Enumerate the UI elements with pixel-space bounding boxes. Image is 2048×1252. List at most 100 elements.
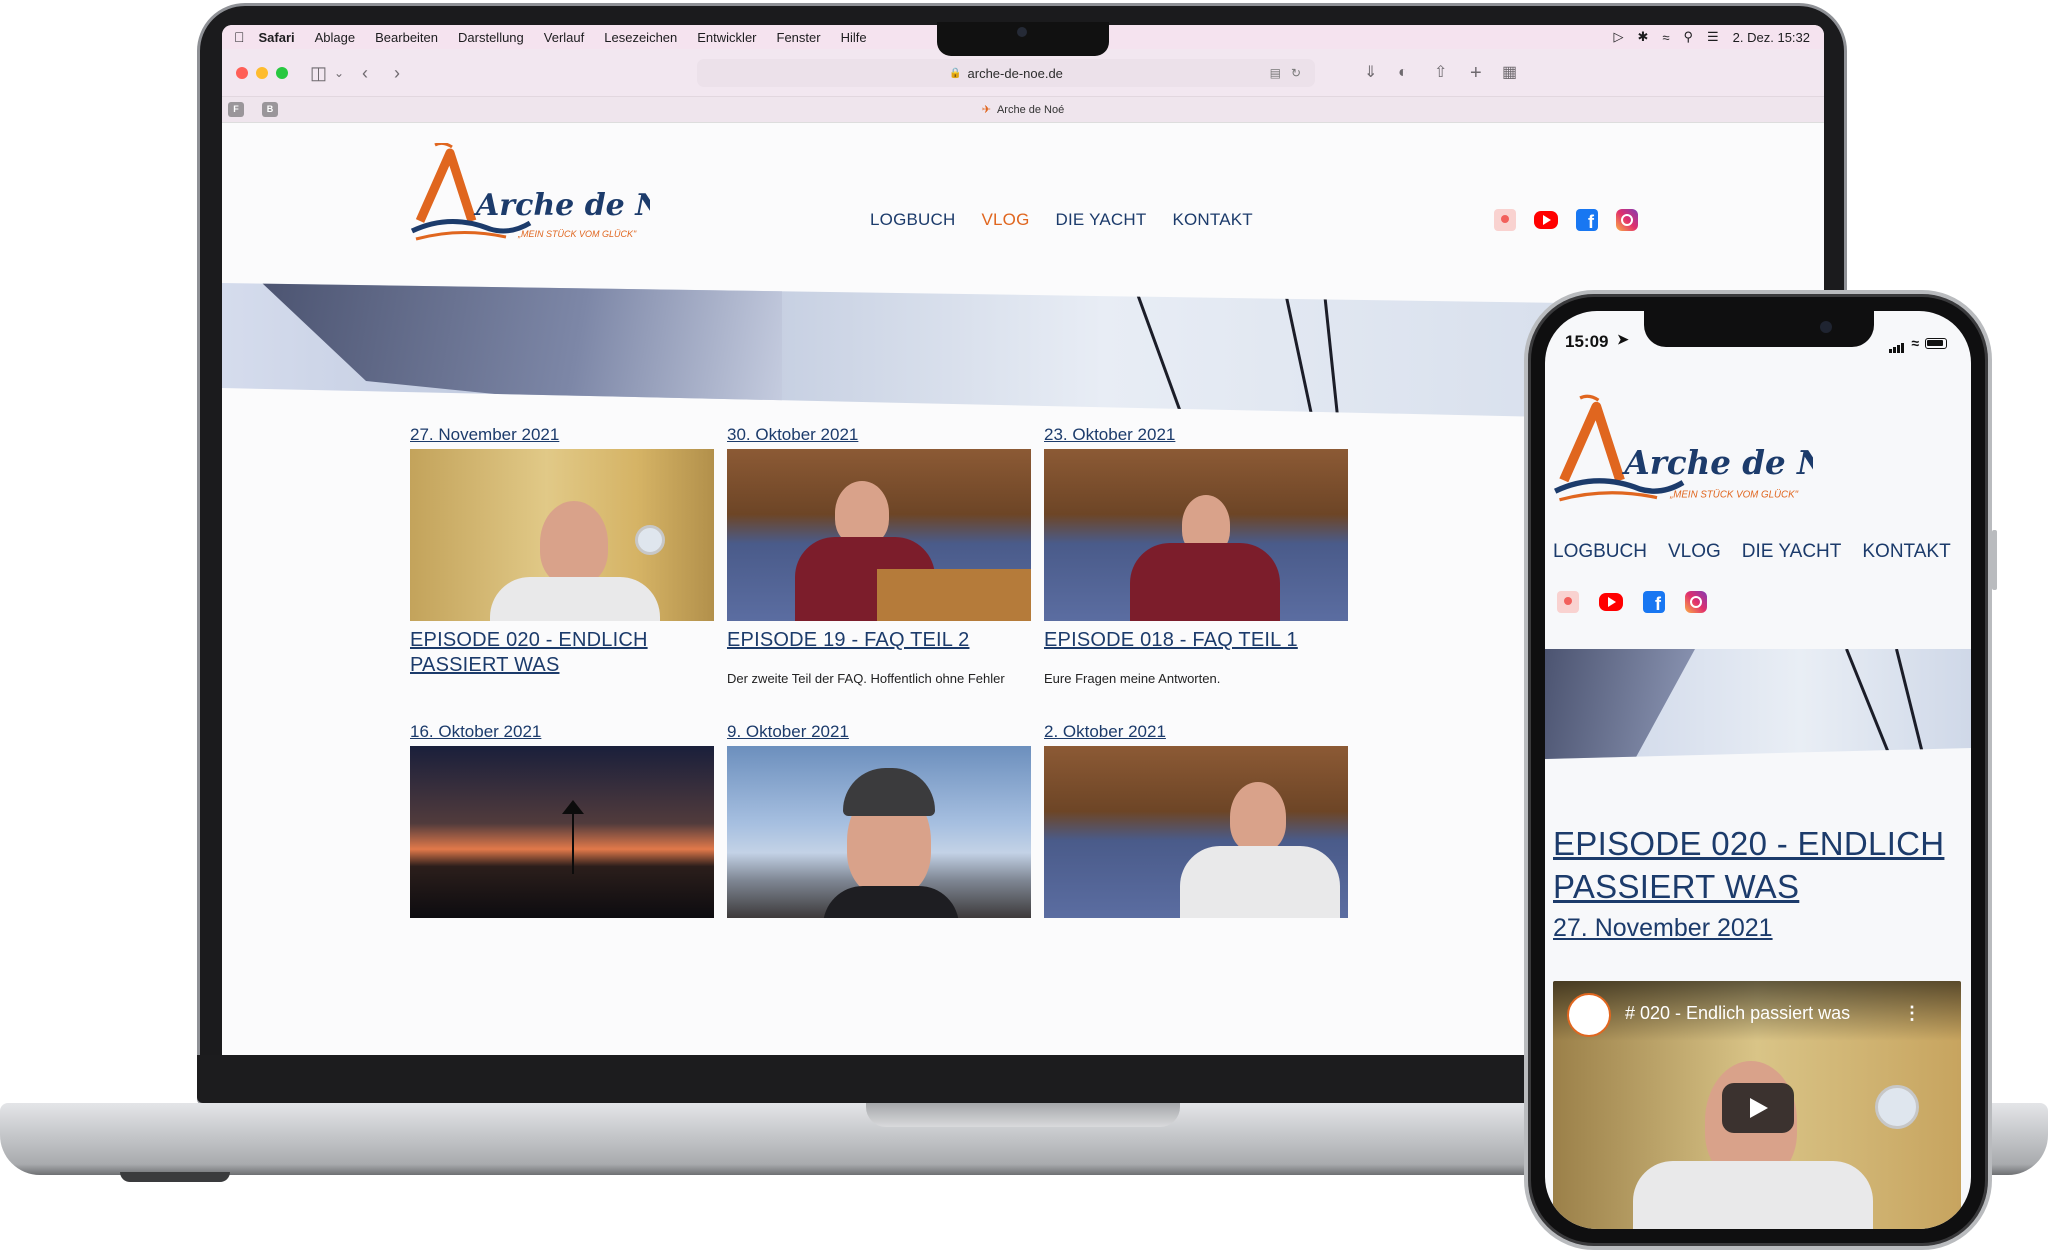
porthole-graphic <box>635 525 665 555</box>
post-thumbnail[interactable] <box>1044 746 1348 918</box>
forward-icon[interactable]: › <box>394 61 400 85</box>
logo-tagline: „MEIN STÜCK VOM GLÜCK" <box>1669 490 1799 501</box>
rope-graphic <box>1132 283 1190 423</box>
zoom-window-button[interactable] <box>276 67 288 79</box>
more-options-icon[interactable]: ⋮ <box>1903 1003 1921 1024</box>
menu-fenster[interactable]: Fenster <box>777 30 821 45</box>
nav-kontakt[interactable]: KONTAKT <box>1172 210 1252 230</box>
translate-icon[interactable]: ▤ <box>1270 66 1281 80</box>
menu-hilfe[interactable]: Hilfe <box>841 30 867 45</box>
control-center-icon[interactable]: ☰ <box>1707 29 1719 45</box>
youtube-video-embed[interactable]: # 020 - Endlich passiert was ⋮ <box>1553 981 1961 1229</box>
beacon-top-graphic <box>562 800 584 814</box>
laptop-foot <box>120 1172 230 1182</box>
laptop-groove <box>866 1103 1180 1127</box>
logo-tagline: „MEIN STÜCK VOM GLÜCK" <box>517 229 637 239</box>
post-thumbnail[interactable] <box>1044 449 1348 621</box>
site-logo[interactable]: Arche de Noé „MEIN STÜCK VOM GLÜCK" <box>1553 385 1813 515</box>
chevron-down-icon[interactable]: ⌄ <box>334 61 344 85</box>
nav-logbuch[interactable]: LOGBUCH <box>870 210 955 230</box>
close-window-button[interactable] <box>236 67 248 79</box>
post-thumbnail[interactable] <box>727 449 1031 621</box>
menubar-clock[interactable]: 2. Dez. 15:32 <box>1733 30 1810 45</box>
social-links: f <box>1494 209 1638 231</box>
play-button-icon[interactable] <box>1722 1083 1794 1133</box>
youtube-icon[interactable] <box>1599 593 1623 611</box>
rope-graphic <box>1845 649 1893 759</box>
nav-die-yacht[interactable]: DIE YACHT <box>1742 541 1842 563</box>
address-bar[interactable]: 🔒 arche-de-noe.de ▤ ↻ <box>697 59 1315 87</box>
laptop-notch <box>937 22 1109 56</box>
wifi-icon[interactable]: ≈ <box>1662 30 1669 45</box>
nav-logbuch[interactable]: LOGBUCH <box>1553 541 1647 563</box>
location-arrow-icon: ➤ <box>1617 331 1629 347</box>
downloads-icon[interactable]: ⇓ <box>1364 61 1377 85</box>
post-thumbnail[interactable] <box>410 746 714 918</box>
menu-lesezeichen[interactable]: Lesezeichen <box>604 30 677 45</box>
instagram-icon[interactable] <box>1685 591 1707 613</box>
camera-icon <box>1017 27 1027 37</box>
person-graphic <box>540 501 608 585</box>
jacket-graphic <box>823 886 959 918</box>
menu-verlauf[interactable]: Verlauf <box>544 30 584 45</box>
favorite-f[interactable]: F <box>228 102 244 117</box>
tab-arche-de-noe[interactable]: ✈ Arche de Noé <box>982 103 1064 116</box>
share-icon[interactable]: ⇧ <box>1434 61 1447 85</box>
apple-icon[interactable]:  <box>234 29 245 45</box>
instagram-icon[interactable] <box>1616 209 1638 231</box>
post-date-link[interactable]: 23. Oktober 2021 <box>1044 425 1348 449</box>
sail-graphic <box>262 283 782 423</box>
menu-darstellung[interactable]: Darstellung <box>458 30 524 45</box>
post-date-link[interactable]: 2. Oktober 2021 <box>1044 722 1348 746</box>
post-title-link[interactable]: EPISODE 018 - FAQ TEIL 1 <box>1044 628 1348 653</box>
menu-entwickler[interactable]: Entwickler <box>697 30 756 45</box>
post-date-link[interactable]: 16. Oktober 2021 <box>410 722 714 746</box>
post-date-link[interactable]: 9. Oktober 2021 <box>727 722 1031 746</box>
nav-vlog[interactable]: VLOG <box>981 210 1029 230</box>
youtube-icon[interactable] <box>1534 211 1558 229</box>
bluetooth-icon[interactable]: ✱ <box>1637 29 1648 45</box>
episode-title-link[interactable]: EPISODE 020 - ENDLICH PASSIERT WAS <box>1553 823 1963 909</box>
shirt-graphic <box>1180 846 1340 918</box>
spotlight-search-icon[interactable]: ⚲ <box>1683 29 1693 45</box>
back-icon[interactable]: ‹ <box>362 61 368 85</box>
battery-icon <box>1925 337 1947 349</box>
post-card: 16. Oktober 2021 <box>410 722 714 918</box>
post-title-link[interactable]: EPISODE 020 - ENDLICH PASSIERT WAS <box>410 628 714 678</box>
post-date-link[interactable]: 27. November 2021 <box>410 425 714 449</box>
favorite-b[interactable]: B <box>262 102 278 117</box>
post-title-link[interactable]: EPISODE 19 - FAQ TEIL 2 <box>727 628 1031 653</box>
post-thumbnail[interactable] <box>410 449 714 621</box>
minimize-window-button[interactable] <box>256 67 268 79</box>
nav-vlog[interactable]: VLOG <box>1668 541 1721 563</box>
episode-date-link[interactable]: 27. November 2021 <box>1553 914 1773 943</box>
site-logo[interactable]: Arche de Noé „MEIN STÜCK VOM GLÜCK" <box>410 143 650 243</box>
facebook-icon[interactable]: f <box>1643 591 1665 613</box>
menu-bearbeiten[interactable]: Bearbeiten <box>375 30 438 45</box>
phone-side-button <box>1992 530 1997 590</box>
menu-safari[interactable]: Safari <box>259 30 295 45</box>
play-status-icon[interactable]: ▷ <box>1613 29 1623 45</box>
post-thumbnail[interactable] <box>727 746 1031 918</box>
channel-avatar[interactable] <box>1567 993 1611 1037</box>
video-title[interactable]: # 020 - Endlich passiert was <box>1625 1003 1850 1024</box>
phone-screen: 15:09 ➤ ≈ Arche de Noé „MEIN STÜCK VOM G… <box>1545 311 1971 1229</box>
nav-kontakt[interactable]: KONTAKT <box>1862 541 1950 563</box>
shirt-graphic <box>1633 1161 1873 1229</box>
patreon-icon[interactable] <box>1557 591 1579 613</box>
patreon-icon[interactable] <box>1494 209 1516 231</box>
phone-main-nav: LOGBUCH VLOG DIE YACHT KONTAKT <box>1553 541 1951 563</box>
privacy-shield-icon[interactable]: ◐ <box>1398 61 1408 85</box>
hero-banner-image <box>1545 649 1971 759</box>
sidebar-toggle-icon[interactable]: ◫ <box>310 61 327 85</box>
facebook-icon[interactable]: f <box>1576 209 1598 231</box>
nav-die-yacht[interactable]: DIE YACHT <box>1056 210 1147 230</box>
new-tab-icon[interactable]: + <box>1470 61 1482 85</box>
shirt-graphic <box>490 577 660 621</box>
post-date-link[interactable]: 30. Oktober 2021 <box>727 425 1031 449</box>
reload-icon[interactable]: ↻ <box>1291 66 1301 80</box>
cellular-signal-icon <box>1889 333 1905 353</box>
tab-overview-icon[interactable]: ▦ <box>1502 61 1517 85</box>
menu-ablage[interactable]: Ablage <box>315 30 355 45</box>
phone-notch <box>1644 311 1874 347</box>
